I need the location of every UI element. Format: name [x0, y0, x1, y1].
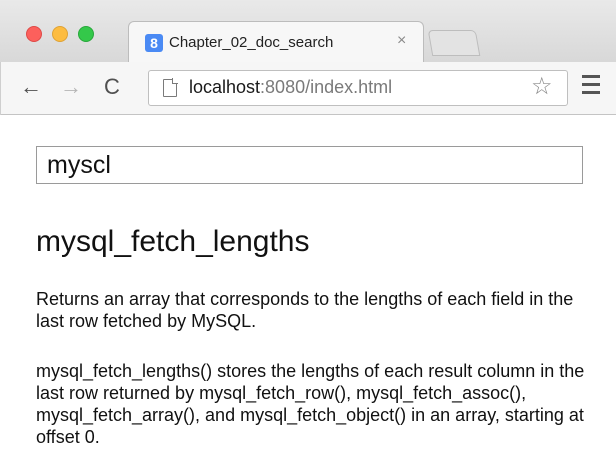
star-icon[interactable]: ☆: [531, 73, 553, 101]
tab-strip: 8 Chapter_02_doc_search ×: [0, 0, 616, 64]
result-detail: mysql_fetch_lengths() stores the lengths…: [36, 361, 585, 447]
hamburger-menu-icon[interactable]: [582, 75, 600, 97]
url-path: :8080/index.html: [260, 77, 393, 97]
browser-window: 8 Chapter_02_doc_search × ← → C localhos…: [0, 0, 616, 451]
minimize-icon[interactable]: [52, 26, 68, 42]
page-icon: [163, 78, 178, 97]
close-icon[interactable]: [26, 26, 42, 42]
page-content: mysql_fetch_lengths Returns an array tha…: [0, 115, 616, 451]
tab-close-icon[interactable]: ×: [397, 32, 406, 50]
tab-active[interactable]: 8 Chapter_02_doc_search ×: [128, 21, 424, 64]
tab-title: Chapter_02_doc_search: [169, 34, 334, 51]
forward-button[interactable]: →: [60, 74, 82, 100]
search-input[interactable]: [36, 146, 583, 184]
result-title: mysql_fetch_lengths: [36, 225, 310, 258]
new-tab-button[interactable]: [427, 30, 481, 56]
url-host: localhost: [189, 77, 261, 97]
browser-toolbar: ← → C localhost:8080/index.html ☆: [0, 62, 616, 115]
address-bar[interactable]: localhost:8080/index.html ☆: [148, 70, 568, 106]
zoom-icon[interactable]: [78, 26, 94, 42]
reload-button[interactable]: C: [104, 74, 120, 100]
url-text[interactable]: localhost:8080/index.html: [189, 77, 392, 98]
favicon-icon: 8: [145, 34, 163, 52]
result-summary: Returns an array that corresponds to the…: [36, 289, 574, 331]
back-button[interactable]: ←: [20, 74, 42, 100]
